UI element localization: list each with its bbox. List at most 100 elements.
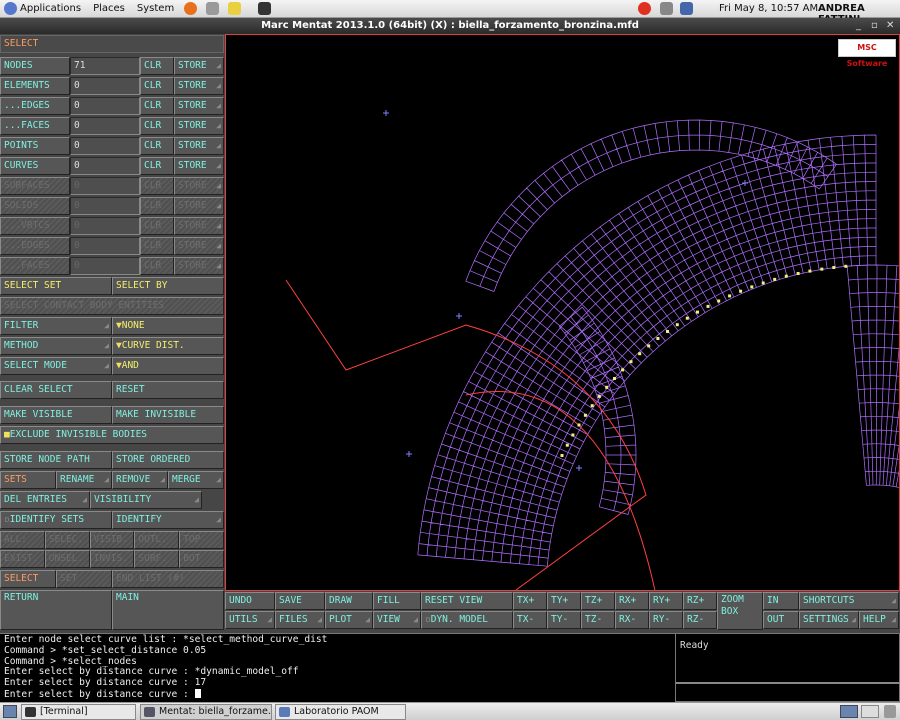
taskbar-mentat[interactable]: Mentat: biella_forzame... bbox=[140, 704, 272, 720]
select-5-button[interactable]: CURVES bbox=[0, 157, 70, 175]
ty-minus-button[interactable]: TY- bbox=[547, 611, 581, 629]
make-visible-button[interactable]: MAKE VISIBLE bbox=[0, 406, 112, 424]
mesh-canvas[interactable] bbox=[226, 35, 899, 590]
select-7-count[interactable]: 0 bbox=[70, 197, 140, 215]
rz-plus-button[interactable]: RZ+ bbox=[683, 592, 717, 610]
view-button[interactable]: VIEW ◢ bbox=[373, 611, 421, 629]
graphics-viewport[interactable]: MSC Software bbox=[225, 34, 900, 591]
zoom-in-button[interactable]: IN bbox=[763, 592, 799, 610]
select-7-store-button[interactable]: STORE ◢ bbox=[174, 197, 224, 215]
save-button[interactable]: SAVE bbox=[275, 592, 325, 610]
clear-select-button[interactable]: CLEAR SELECT bbox=[0, 381, 112, 399]
rz-minus-button[interactable]: RZ- bbox=[683, 611, 717, 629]
select-0-button[interactable]: NODES bbox=[0, 57, 70, 75]
clock[interactable]: Fri May 8, 10:57 AM bbox=[719, 3, 818, 14]
select-3-store-button[interactable]: STORE ◢ bbox=[174, 117, 224, 135]
shortcuts-button[interactable]: SHORTCUTS ◢ bbox=[799, 592, 899, 610]
select-0-clr-button[interactable]: CLR bbox=[140, 57, 174, 75]
show-desktop-icon[interactable] bbox=[3, 705, 17, 718]
identify-sets-toggle[interactable]: ▫IDENTIFY SETS bbox=[0, 511, 112, 529]
select-3-button[interactable]: ...FACES bbox=[0, 117, 70, 135]
dyn-model-toggle[interactable]: ▫DYN. MODEL bbox=[421, 611, 513, 629]
select-6-store-button[interactable]: STORE ◢ bbox=[174, 177, 224, 195]
store-node-path-button[interactable]: STORE NODE PATH bbox=[0, 451, 112, 469]
select-set-button[interactable]: SELECT SET bbox=[0, 277, 112, 295]
workspace-1-icon[interactable] bbox=[840, 705, 858, 718]
firefox-icon[interactable] bbox=[184, 2, 198, 15]
rx-minus-button[interactable]: RX- bbox=[615, 611, 649, 629]
select-4-button[interactable]: POINTS bbox=[0, 137, 70, 155]
select-6-count[interactable]: 0 bbox=[70, 177, 140, 195]
undo-button[interactable]: UNDO bbox=[225, 592, 275, 610]
identify-button[interactable]: IDENTIFY ◢ bbox=[112, 511, 224, 529]
select-5-store-button[interactable]: STORE ◢ bbox=[174, 157, 224, 175]
select-4-clr-button[interactable]: CLR bbox=[140, 137, 174, 155]
select-2-clr-button[interactable]: CLR bbox=[140, 97, 174, 115]
utils-button[interactable]: UTILS ◢ bbox=[225, 611, 275, 629]
tx-minus-button[interactable]: TX- bbox=[513, 611, 547, 629]
window-titlebar[interactable]: Marc Mentat 2013.1.0 (64bit) (X) : biell… bbox=[0, 18, 900, 34]
console-input-line[interactable]: Enter select by distance curve : bbox=[4, 688, 671, 701]
taskbar-lab[interactable]: Laboratorio PAOM bbox=[275, 704, 406, 720]
end-list-button[interactable]: END LIST (#) bbox=[112, 570, 224, 588]
remove-button[interactable]: REMOVE ◢ bbox=[112, 471, 168, 489]
select-button[interactable]: SELECT bbox=[0, 570, 56, 588]
select-1-clr-button[interactable]: CLR bbox=[140, 77, 174, 95]
ry-plus-button[interactable]: RY+ bbox=[649, 592, 683, 610]
trash-icon[interactable] bbox=[884, 705, 896, 718]
email-icon[interactable] bbox=[206, 2, 220, 15]
system-menu[interactable]: System bbox=[137, 3, 174, 14]
visibility-r1-2-button[interactable]: VISIB. bbox=[89, 531, 135, 549]
select-4-count[interactable]: 0 bbox=[70, 137, 140, 155]
select-10-clr-button[interactable]: CLR bbox=[140, 257, 174, 275]
tx-plus-button[interactable]: TX+ bbox=[513, 592, 547, 610]
make-invisible-button[interactable]: MAKE INVISIBLE bbox=[112, 406, 224, 424]
help-button[interactable]: HELP ◢ bbox=[859, 611, 899, 629]
close-button[interactable]: ✕ bbox=[886, 18, 894, 34]
select-1-button[interactable]: ELEMENTS bbox=[0, 77, 70, 95]
visibility-r1-1-button[interactable]: SELEC. bbox=[44, 531, 90, 549]
select-10-button[interactable]: ...FACES bbox=[0, 257, 70, 275]
visibility-r2-2-button[interactable]: INVIS. bbox=[89, 550, 135, 568]
settings-button[interactable]: SETTINGS ◢ bbox=[799, 611, 859, 629]
visibility-r2-4-button[interactable]: BOT bbox=[179, 550, 224, 568]
select-8-button[interactable]: ...VRTCS bbox=[0, 217, 70, 235]
select-5-clr-button[interactable]: CLR bbox=[140, 157, 174, 175]
select-6-clr-button[interactable]: CLR bbox=[140, 177, 174, 195]
rename-button[interactable]: RENAME ◢ bbox=[56, 471, 112, 489]
select-2-store-button[interactable]: STORE ◢ bbox=[174, 97, 224, 115]
select-7-clr-button[interactable]: CLR bbox=[140, 197, 174, 215]
taskbar-terminal[interactable]: [Terminal] bbox=[21, 704, 136, 720]
select-9-button[interactable]: ...EDGES bbox=[0, 237, 70, 255]
store-ordered-button[interactable]: STORE ORDERED bbox=[112, 451, 224, 469]
visibility-r2-3-button[interactable]: SURF. bbox=[134, 550, 180, 568]
tz-plus-button[interactable]: TZ+ bbox=[581, 592, 615, 610]
select-4-store-button[interactable]: STORE ◢ bbox=[174, 137, 224, 155]
method-button[interactable]: METHOD ◢ bbox=[0, 337, 112, 355]
main-button[interactable]: MAIN bbox=[112, 590, 224, 630]
select-3-clr-button[interactable]: CLR bbox=[140, 117, 174, 135]
select-mode-button[interactable]: SELECT MODE ◢ bbox=[0, 357, 112, 375]
visibility-r2-1-button[interactable]: UNSEL. bbox=[44, 550, 90, 568]
select-3-count[interactable]: 0 bbox=[70, 117, 140, 135]
select-9-store-button[interactable]: STORE ◢ bbox=[174, 237, 224, 255]
rx-plus-button[interactable]: RX+ bbox=[615, 592, 649, 610]
ry-minus-button[interactable]: RY- bbox=[649, 611, 683, 629]
select-0-count[interactable]: 71 bbox=[70, 57, 140, 75]
volume-icon[interactable] bbox=[660, 2, 673, 15]
select-by-button[interactable]: SELECT BY bbox=[112, 277, 224, 295]
plot-button[interactable]: PLOT ◢ bbox=[325, 611, 373, 629]
network-icon[interactable] bbox=[680, 2, 693, 15]
select-mode-value[interactable]: ▼AND bbox=[112, 357, 224, 375]
select-7-button[interactable]: SOLIDS bbox=[0, 197, 70, 215]
visibility-r1-3-button[interactable]: OUTL. bbox=[134, 531, 180, 549]
fill-button[interactable]: FILL bbox=[373, 592, 421, 610]
select-5-count[interactable]: 0 bbox=[70, 157, 140, 175]
filter-value[interactable]: ▼NONE bbox=[112, 317, 224, 335]
visibility-r1-0-button[interactable]: ALL: bbox=[0, 531, 45, 549]
tz-minus-button[interactable]: TZ- bbox=[581, 611, 615, 629]
select-contact-body-button[interactable]: SELECT CONTACT BODY ENTITIES bbox=[0, 297, 224, 315]
select-10-count[interactable]: 0 bbox=[70, 257, 140, 275]
update-icon[interactable] bbox=[638, 2, 651, 15]
reset-button[interactable]: RESET bbox=[112, 381, 224, 399]
